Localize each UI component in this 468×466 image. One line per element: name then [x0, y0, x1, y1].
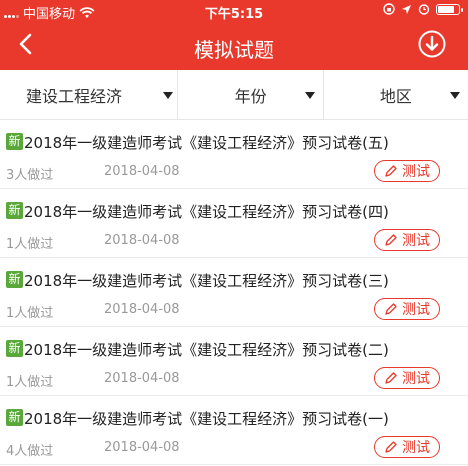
test-button[interactable]: 测试: [374, 160, 440, 182]
test-button-label: 测试: [402, 164, 430, 180]
status-bar: 中国移动 下午5:15: [0, 0, 468, 22]
new-badge: 新: [6, 271, 23, 288]
attempt-count: 4人做过: [6, 444, 54, 459]
region-filter-label: 地区: [379, 86, 412, 106]
test-button[interactable]: 测试: [374, 436, 440, 458]
exam-date: 2018-04-08: [104, 371, 180, 386]
page-title: 模拟试题: [194, 38, 274, 62]
dropdown-triangle-icon: [450, 92, 460, 99]
pencil-icon: [385, 372, 397, 384]
dropdown-triangle-icon: [163, 92, 174, 99]
exam-title[interactable]: 2018年一级建造师考试《建设工程经济》预习试卷(四): [24, 201, 389, 222]
exam-date: 2018-04-08: [104, 302, 180, 317]
pencil-icon: [385, 441, 397, 453]
test-button-label: 测试: [402, 371, 430, 387]
test-button-label: 测试: [402, 440, 430, 456]
exam-date: 2018-04-08: [104, 233, 180, 248]
exam-title[interactable]: 2018年一级建造师考试《建设工程经济》预习试卷(二): [24, 339, 389, 360]
exam-list-item[interactable]: 新 2018年一级建造师考试《建设工程经济》预习试卷(一) 4人做过 2018-…: [0, 396, 468, 465]
exam-list-item[interactable]: 新 2018年一级建造师考试《建设工程经济》预习试卷(四) 1人做过 2018-…: [0, 189, 468, 258]
download-icon[interactable]: [418, 30, 446, 58]
year-filter-label: 年份: [234, 86, 267, 106]
alarm-icon: [418, 4, 430, 15]
pencil-icon: [385, 165, 397, 177]
attempt-count: 1人做过: [6, 306, 54, 321]
year-filter[interactable]: 年份: [177, 70, 322, 119]
new-badge: 新: [6, 409, 23, 426]
subject-filter[interactable]: 建设工程经济: [0, 70, 177, 119]
dropdown-triangle-icon: [304, 92, 315, 99]
location-icon: [402, 4, 411, 14]
battery-icon: [436, 3, 463, 15]
test-button[interactable]: 测试: [374, 229, 440, 251]
exam-list: 新 2018年一级建造师考试《建设工程经济》预习试卷(五) 3人做过 2018-…: [0, 120, 468, 465]
pencil-icon: [385, 234, 397, 246]
test-button-label: 测试: [402, 302, 430, 318]
exam-title[interactable]: 2018年一级建造师考试《建设工程经济》预习试卷(一): [24, 408, 389, 429]
test-button-label: 测试: [402, 233, 430, 249]
attempt-count: 3人做过: [6, 168, 54, 183]
pencil-icon: [385, 303, 397, 315]
app-header: 中国移动 下午5:15 模拟试题: [0, 0, 468, 70]
new-badge: 新: [6, 133, 23, 150]
test-button[interactable]: 测试: [374, 367, 440, 389]
exam-date: 2018-04-08: [104, 164, 180, 179]
exam-title[interactable]: 2018年一级建造师考试《建设工程经济》预习试卷(五): [24, 132, 389, 153]
exam-list-item[interactable]: 新 2018年一级建造师考试《建设工程经济》预习试卷(五) 3人做过 2018-…: [0, 120, 468, 189]
attempt-count: 1人做过: [6, 375, 54, 390]
test-button[interactable]: 测试: [374, 298, 440, 320]
exam-date: 2018-04-08: [104, 440, 180, 455]
subject-filter-label: 建设工程经济: [26, 86, 123, 106]
new-badge: 新: [6, 202, 23, 219]
filter-bar: 建设工程经济 年份 地区: [0, 70, 468, 120]
region-filter[interactable]: 地区: [322, 70, 468, 119]
attempt-count: 1人做过: [6, 237, 54, 252]
rotation-lock-icon: [383, 3, 395, 15]
new-badge: 新: [6, 340, 23, 357]
status-right: [383, 3, 463, 15]
exam-list-item[interactable]: 新 2018年一级建造师考试《建设工程经济》预习试卷(三) 1人做过 2018-…: [0, 258, 468, 327]
exam-title[interactable]: 2018年一级建造师考试《建设工程经济》预习试卷(三): [24, 270, 389, 291]
exam-list-item[interactable]: 新 2018年一级建造师考试《建设工程经济》预习试卷(二) 1人做过 2018-…: [0, 327, 468, 396]
